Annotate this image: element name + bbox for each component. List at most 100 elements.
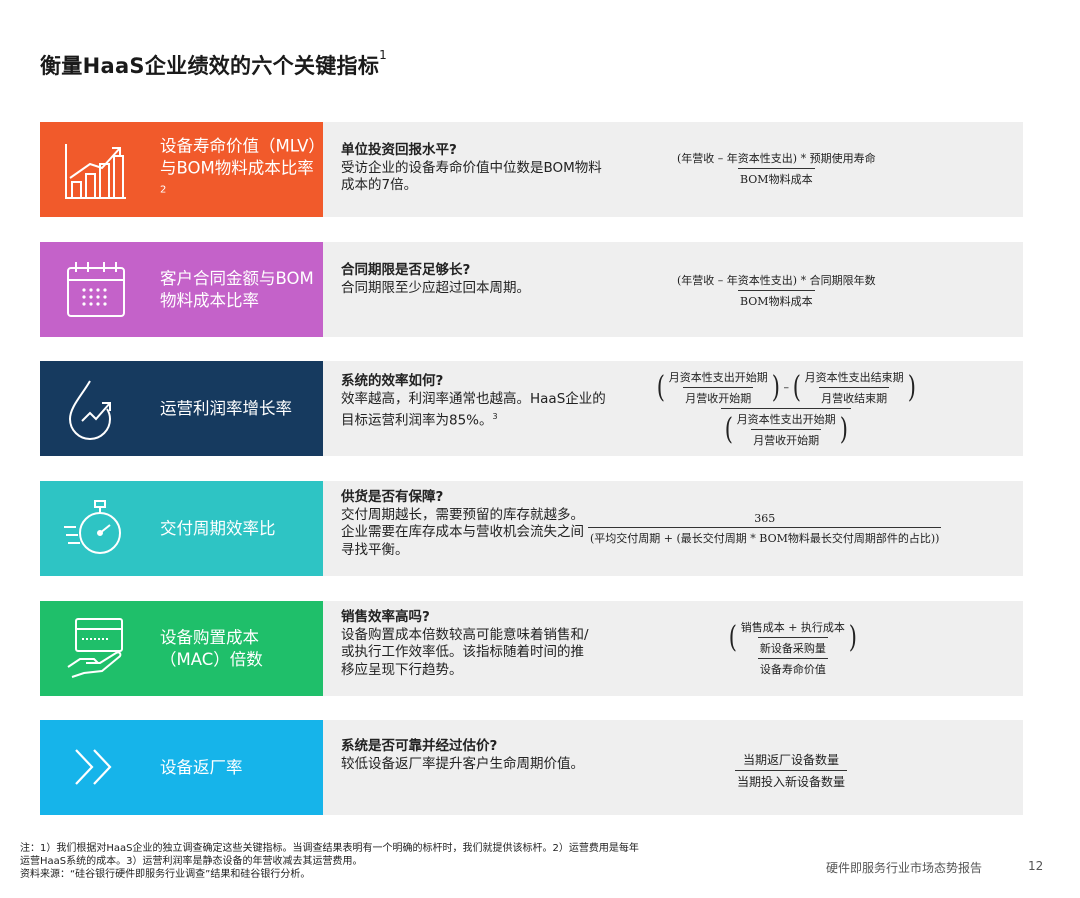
metric-question-block: 单位投资回报水平? 受访企业的设备寿命价值中位数是BOM物料成本的7倍。	[341, 142, 606, 195]
footnote-line: 运营HaaS系统的成本。3）运营利润率是静态设备的年营收减去其运营费用。	[20, 856, 363, 867]
footnote: 注：1）我们根据对HaaS企业的独立调查确定这些关键指标。当调查结果表明有一个明…	[20, 842, 639, 881]
metric-name: 设备返厂率	[160, 757, 243, 777]
metric-name: 设备寿命价值（MLV）与BOM物料成本比率 2	[160, 135, 319, 205]
metric-name-text: 设备寿命价值（MLV）与BOM物料成本比率	[160, 135, 317, 177]
stopwatch-icon	[64, 500, 121, 554]
formula-fraction: (年营收 – 年资本性支出) * 合同期限年数 BOM物料成本	[675, 272, 878, 309]
metric-row-mlv: 设备寿命价值（MLV）与BOM物料成本比率 2 单位投资回报水平? 受访企业的设备…	[40, 122, 1023, 217]
formula-fraction: (年营收 – 年资本性支出) * 预期使用寿命 BOM物料成本	[675, 150, 878, 187]
formula-subfraction-den: 月营收结束期	[819, 387, 890, 406]
formula-subfraction: 月资本性支出结束期 月营收结束期	[803, 369, 906, 406]
metric-question-block: 供货是否有保障? 交付周期越长，需要预留的库存就越多。企业需要在库存成本与营收机…	[341, 489, 586, 559]
metric-formula: (年营收 – 年资本性支出) * 预期使用寿命 BOM物料成本	[675, 150, 878, 187]
formula-subfraction: 月资本性支出开始期 月营收开始期	[667, 369, 770, 406]
metric-description: 设备购置成本倍数较高可能意味着销售和/或执行工作效率低。该指标随着时间的推移应呈…	[341, 626, 589, 678]
metric-question: 合同期限是否足够长?	[341, 262, 471, 278]
formula-subfraction-den: 月营收开始期	[683, 387, 754, 406]
metric-tile: 运营利润率增长率	[40, 361, 323, 456]
metric-question-block: 合同期限是否足够长? 合同期限至少应超过回本周期。	[341, 262, 606, 297]
metric-panel: 系统的效率如何? 效率越高，利润率通常也越高。HaaS企业的目标运营利润率为85…	[323, 361, 1023, 456]
formula-fraction: ( 月资本性支出开始期 月营收开始期 ) – ( 月资本性支出结束期 月营收结束…	[653, 369, 919, 448]
hand-card-icon	[67, 618, 123, 678]
metric-tile: 设备返厂率	[40, 720, 323, 815]
metric-question-block: 系统的效率如何? 效率越高，利润率通常也越高。HaaS企业的目标运营利润率为85…	[341, 373, 606, 430]
metric-formula: ( 销售成本 + 执行成本 新设备采购量 ) 设备寿命价值	[725, 619, 861, 677]
formula-denominator: 当期投入新设备数量	[735, 770, 848, 790]
metric-question: 系统的效率如何?	[341, 373, 444, 389]
metric-tile: 交付周期效率比	[40, 481, 323, 576]
formula-subfraction-num: 销售成本 + 执行成本	[740, 621, 845, 634]
metric-description: 较低设备返厂率提升客户生命周期价值。	[341, 755, 584, 772]
metric-name: 设备购置成本（MAC）倍数	[160, 627, 263, 669]
formula-subfraction-num: 月资本性支出开始期	[736, 413, 836, 426]
metric-description: 受访企业的设备寿命价值中位数是BOM物料成本的7倍。	[341, 159, 602, 194]
formula-fraction: ( 销售成本 + 执行成本 新设备采购量 ) 设备寿命价值	[725, 619, 861, 677]
double-chevron-right-icon	[75, 749, 112, 785]
source-line: 资料来源：“硅谷银行硬件即服务行业调查”结果和硅谷银行分析。	[20, 869, 311, 880]
footer-report-title: 硬件即服务行业市场态势报告	[826, 861, 983, 875]
formula-operator: –	[783, 381, 789, 394]
formula-paren-group: ( 销售成本 + 执行成本 新设备采购量 )	[728, 619, 857, 656]
metric-name: 交付周期效率比	[160, 518, 276, 538]
footnote-marker: 2	[160, 183, 167, 195]
formula-subfraction-num: 月资本性支出开始期	[668, 371, 768, 384]
formula-numerator: ( 销售成本 + 执行成本 新设备采购量 )	[725, 619, 861, 658]
metric-panel: 供货是否有保障? 交付周期越长，需要预留的库存就越多。企业需要在库存成本与营收机…	[323, 481, 1023, 576]
formula-subfraction-num: 月资本性支出结束期	[804, 371, 904, 384]
formula-subfraction-den: 月营收开始期	[751, 429, 822, 448]
formula-numerator: (年营收 – 年资本性支出) * 合同期限年数	[677, 274, 876, 287]
formula-subfraction-den: 新设备采购量	[757, 637, 828, 656]
page-title-text: 衡量HaaS企业绩效的六个关键指标	[40, 54, 380, 78]
metric-name: 客户合同金额与BOM物料成本比率	[160, 268, 314, 310]
formula-numerator: (年营收 – 年资本性支出) * 预期使用寿命	[677, 152, 876, 165]
formula-denominator: ( 月资本性支出开始期 月营收开始期 )	[720, 408, 852, 448]
bar-chart-growth-icon	[65, 144, 126, 199]
formula-denominator: (平均交付周期 + (最长交付周期 * BOM物料最长交付周期部件的占比))	[588, 527, 942, 546]
footnote-line: 注：1）我们根据对HaaS企业的独立调查确定这些关键指标。当调查结果表明有一个明…	[20, 843, 639, 854]
metric-tile: 设备寿命价值（MLV）与BOM物料成本比率 2	[40, 122, 323, 217]
metric-panel: 系统是否可靠并经过估价? 较低设备返厂率提升客户生命周期价值。 当期返厂设备数量…	[323, 720, 1023, 815]
formula-paren-group: ( 月资本性支出结束期 月营收结束期 )	[792, 369, 916, 406]
metric-formula: 当期返厂设备数量 当期投入新设备数量	[735, 751, 848, 790]
metric-formula: (年营收 – 年资本性支出) * 合同期限年数 BOM物料成本	[675, 272, 878, 309]
formula-numerator: ( 月资本性支出开始期 月营收开始期 ) – ( 月资本性支出结束期 月营收结束…	[653, 369, 919, 408]
formula-paren-group: ( 月资本性支出开始期 月营收开始期 )	[724, 411, 848, 448]
metric-question: 供货是否有保障?	[341, 489, 444, 505]
metric-name: 运营利润率增长率	[160, 398, 292, 418]
formula-fraction: 当期返厂设备数量 当期投入新设备数量	[735, 751, 848, 790]
formula-paren-group: ( 月资本性支出开始期 月营收开始期 )	[656, 369, 780, 406]
footnote-marker: 3	[492, 412, 498, 421]
metric-description: 效率越高，利润率通常也越高。HaaS企业的目标运营利润率为85%。	[341, 390, 606, 429]
formula-denominator: BOM物料成本	[738, 290, 815, 309]
metric-panel: 销售效率高吗? 设备购置成本倍数较高可能意味着销售和/或执行工作效率低。该指标随…	[323, 601, 1023, 696]
metric-question: 销售效率高吗?	[341, 609, 430, 625]
metric-tile: 设备购置成本（MAC）倍数	[40, 601, 323, 696]
metric-formula: 365 (平均交付周期 + (最长交付周期 * BOM物料最长交付周期部件的占比…	[588, 512, 942, 546]
droplet-growth-icon	[68, 380, 112, 440]
metric-row-leadtime: 交付周期效率比 供货是否有保障? 交付周期越长，需要预留的库存就越多。企业需要在…	[40, 481, 1023, 576]
formula-subfraction: 销售成本 + 执行成本 新设备采购量	[739, 619, 847, 656]
title-footnote-marker: 1	[379, 48, 388, 62]
metric-description: 合同期限至少应超过回本周期。	[341, 279, 530, 296]
formula-numerator: 当期返厂设备数量	[743, 753, 840, 767]
formula-denominator: BOM物料成本	[738, 168, 815, 187]
metric-question: 单位投资回报水平?	[341, 142, 457, 158]
formula-fraction: 365 (平均交付周期 + (最长交付周期 * BOM物料最长交付周期部件的占比…	[588, 512, 942, 546]
metric-row-mac: 设备购置成本（MAC）倍数 销售效率高吗? 设备购置成本倍数较高可能意味着销售和…	[40, 601, 1023, 696]
metric-question-block: 销售效率高吗? 设备购置成本倍数较高可能意味着销售和/或执行工作效率低。该指标随…	[341, 609, 591, 679]
page-number: 12	[1028, 859, 1044, 873]
page-title: 衡量HaaS企业绩效的六个关键指标1	[40, 48, 388, 80]
formula-numerator: 365	[754, 512, 776, 525]
metric-row-return: 设备返厂率 系统是否可靠并经过估价? 较低设备返厂率提升客户生命周期价值。 当期…	[40, 720, 1023, 815]
metric-question-block: 系统是否可靠并经过估价? 较低设备返厂率提升客户生命周期价值。	[341, 738, 596, 773]
calendar-icon	[67, 262, 125, 317]
metric-tile: 客户合同金额与BOM物料成本比率	[40, 242, 323, 337]
metric-panel: 单位投资回报水平? 受访企业的设备寿命价值中位数是BOM物料成本的7倍。 (年营…	[323, 122, 1023, 217]
metric-panel: 合同期限是否足够长? 合同期限至少应超过回本周期。 (年营收 – 年资本性支出)…	[323, 242, 1023, 337]
metric-row-margin: 运营利润率增长率 系统的效率如何? 效率越高，利润率通常也越高。HaaS企业的目…	[40, 361, 1023, 456]
formula-subfraction: 月资本性支出开始期 月营收开始期	[735, 411, 838, 448]
metric-row-contract: 客户合同金额与BOM物料成本比率 合同期限是否足够长? 合同期限至少应超过回本周…	[40, 242, 1023, 337]
metric-formula: ( 月资本性支出开始期 月营收开始期 ) – ( 月资本性支出结束期 月营收结束…	[653, 369, 919, 448]
metric-description: 交付周期越长，需要预留的库存就越多。企业需要在库存成本与营收机会流失之间寻找平衡…	[341, 506, 584, 558]
formula-denominator: 设备寿命价值	[757, 658, 828, 677]
